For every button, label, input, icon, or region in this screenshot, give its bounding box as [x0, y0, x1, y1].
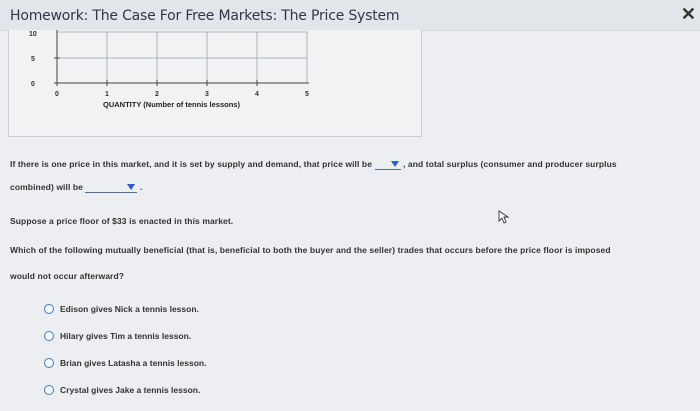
question2-line2: would not occur afterward? — [10, 271, 125, 281]
dropdown-arrow-icon — [390, 161, 399, 168]
x-tick-label: 2 — [155, 91, 159, 98]
mouse-cursor-icon — [498, 210, 510, 224]
answer-option[interactable]: Brian gives Latasha a tennis lesson. — [44, 357, 206, 368]
answer-option[interactable]: Edison gives Nick a tennis lesson. — [44, 303, 199, 314]
answer-option[interactable]: Crystal gives Jake a tennis lesson. — [44, 384, 200, 395]
graph-grid — [57, 31, 308, 83]
x-tick-label: 0 — [55, 91, 59, 98]
answer-option-label: Crystal gives Jake a tennis lesson. — [60, 384, 201, 395]
price-dropdown[interactable] — [374, 159, 401, 171]
answer-option-label: Edison gives Nick a tennis lesson. — [60, 303, 199, 314]
question1-line2: combined) will be . — [10, 182, 143, 194]
title-bar: Homework: The Case For Free Markets: The… — [0, 0, 700, 31]
question1-text-cont: , and total surplus (consumer and produc… — [402, 159, 617, 169]
supply-demand-graph: 10 5 0 0 1 2 3 4 5 QUANTITY (Number of t… — [29, 30, 309, 109]
close-icon[interactable]: ✕ — [681, 4, 696, 25]
radio-button[interactable] — [44, 384, 54, 395]
question2-line1: Which of the following mutually benefici… — [10, 245, 611, 255]
question1-period: . — [139, 182, 143, 192]
y-tick-label: 10 — [29, 31, 37, 38]
x-tick-label: 1 — [105, 91, 109, 98]
radio-button[interactable] — [44, 357, 54, 368]
question1-text-end: combined) will be — [10, 182, 84, 192]
y-tick-label: 0 — [31, 81, 35, 88]
radio-button[interactable] — [44, 303, 54, 314]
radio-button[interactable] — [44, 330, 54, 341]
total-surplus-dropdown[interactable] — [85, 182, 138, 194]
x-axis-label: QUANTITY (Number of tennis lessons) — [103, 100, 240, 109]
question1-line1: If there is one price in this market, an… — [10, 159, 617, 171]
x-tick-label: 5 — [305, 91, 309, 98]
answer-option-label: Brian gives Latasha a tennis lesson. — [60, 357, 207, 368]
x-tick-label: 4 — [255, 91, 259, 98]
y-tick-label: 5 — [31, 56, 35, 63]
scenario-text: Suppose a price floor of $33 is enacted … — [10, 216, 234, 226]
page-title: Homework: The Case For Free Markets: The… — [10, 8, 400, 24]
question1-text: If there is one price in this market, an… — [10, 159, 373, 169]
answer-option-label: Hilary gives Tim a tennis lesson. — [60, 330, 192, 341]
x-tick-label: 3 — [205, 91, 209, 98]
graph-panel: 10 5 0 0 1 2 3 4 5 QUANTITY (Number of t… — [8, 30, 422, 137]
answer-option[interactable]: Hilary gives Tim a tennis lesson. — [44, 330, 191, 341]
dropdown-arrow-icon — [127, 184, 136, 191]
